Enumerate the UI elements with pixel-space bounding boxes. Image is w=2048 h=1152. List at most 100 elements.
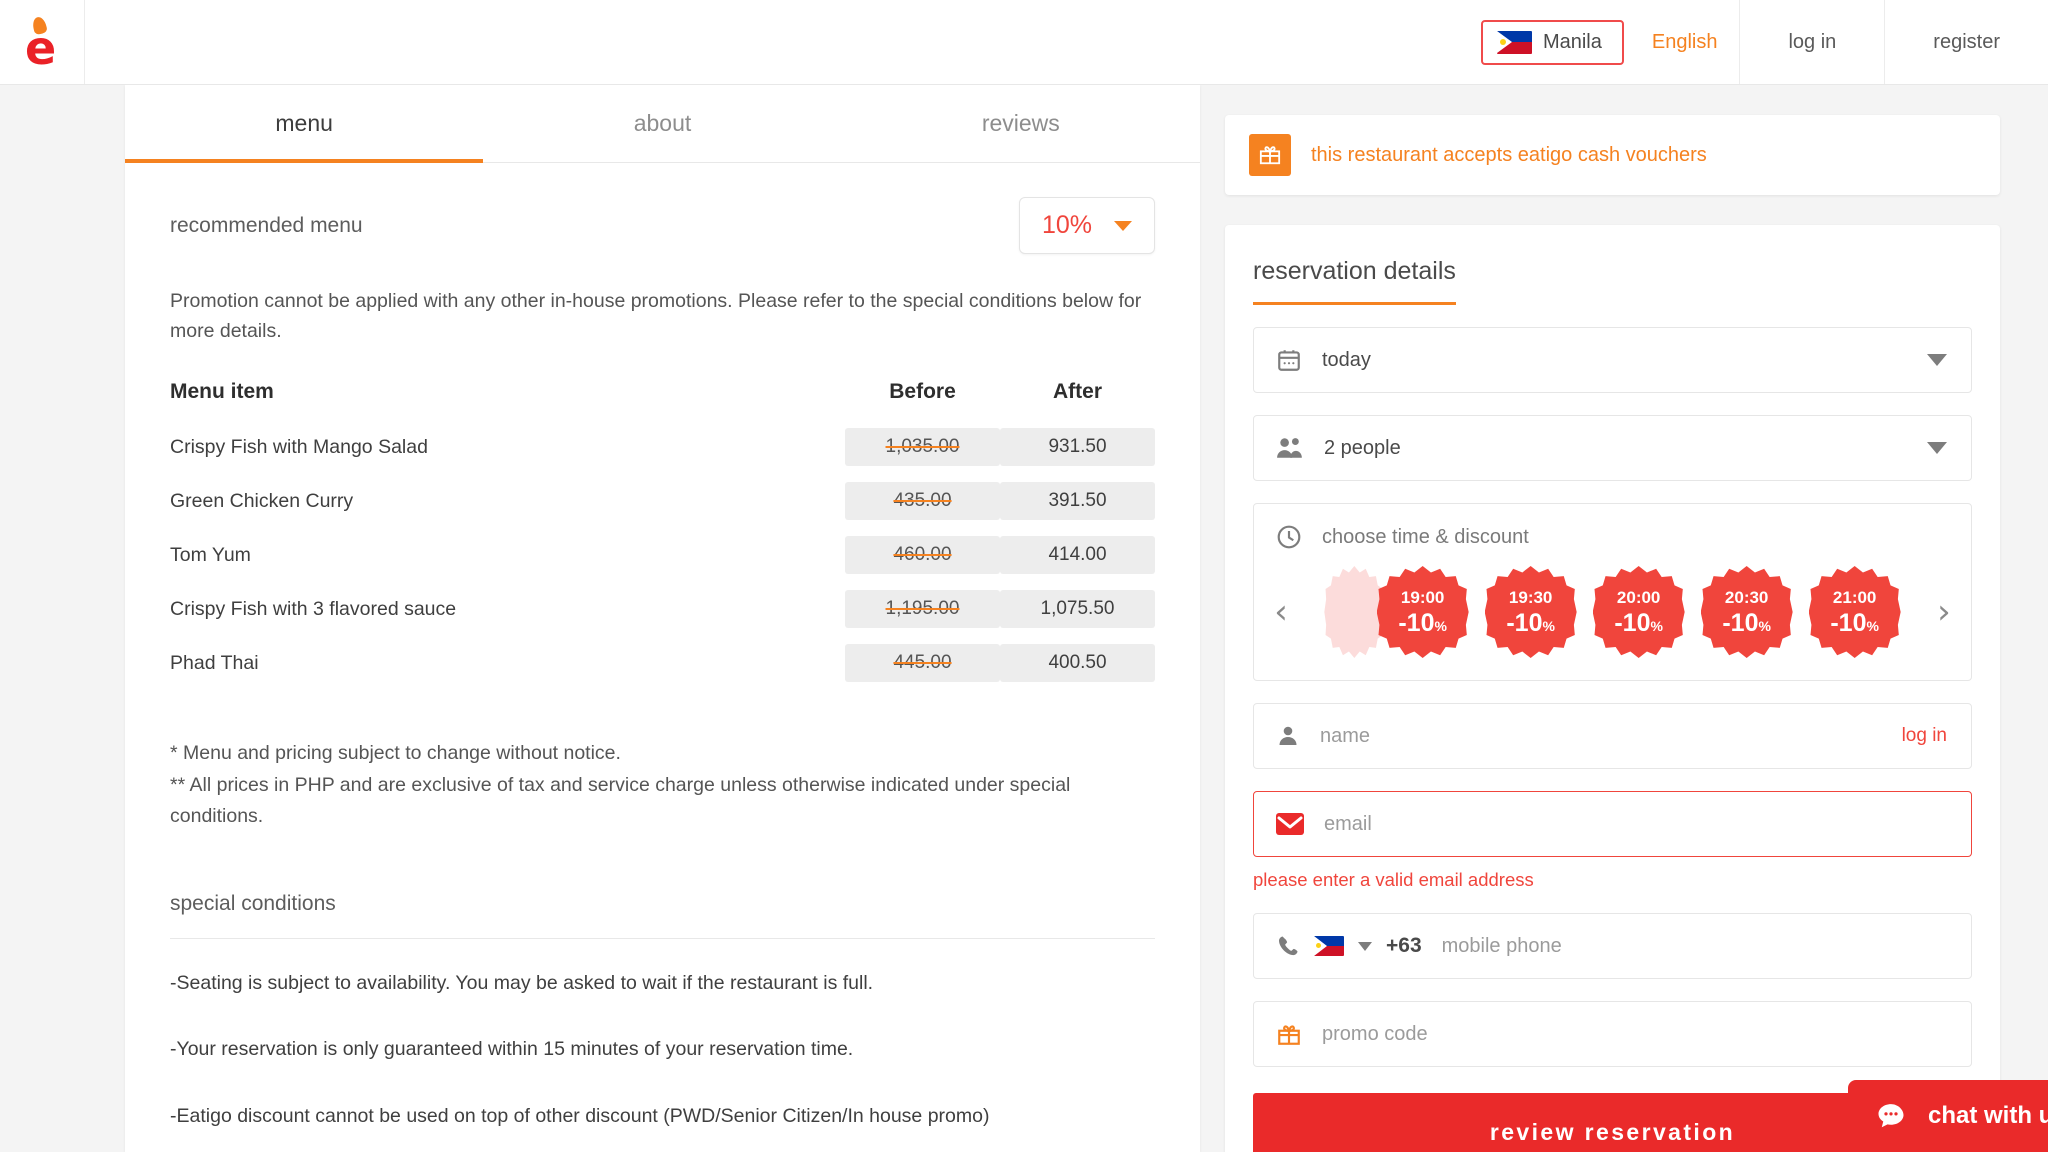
list-item: -Your reservation is only guaranteed wit… [170, 1038, 854, 1061]
menu-item-name: Crispy Fish with Mango Salad [170, 435, 428, 458]
slot-discount: -10% [1506, 608, 1555, 637]
chevron-down-icon [1927, 354, 1947, 366]
person-icon [1279, 726, 1297, 745]
phone-icon [1279, 936, 1298, 956]
top-navigation-bar: e Manila English log in register [0, 0, 2048, 85]
fineprint-block: * Menu and pricing subject to change wit… [170, 738, 1155, 832]
login-link[interactable]: log in [1739, 0, 1884, 84]
philippines-flag-icon [1314, 936, 1344, 956]
slot-time: 20:30 [1724, 587, 1769, 607]
chevron-down-icon [1114, 220, 1132, 231]
left-gutter [0, 85, 125, 1152]
party-size-selector[interactable]: 2 people [1253, 415, 1972, 481]
table-row: Tom Yum 460.00 414.00 [170, 528, 1155, 582]
voucher-banner-text: this restaurant accepts eatigo cash vouc… [1311, 143, 1707, 166]
right-gutter [2000, 85, 2024, 1152]
carousel-next-arrow[interactable]: › [1927, 595, 1961, 629]
people-icon [1277, 438, 1302, 458]
nav-right-group: Manila English log in register [1480, 0, 2048, 84]
gift-icon [1278, 1025, 1300, 1045]
title-underline [1253, 302, 1456, 305]
phone-placeholder: mobile phone [1441, 934, 1562, 957]
price-after: 400.50 [1000, 636, 1155, 690]
tab-about[interactable]: about [483, 85, 841, 162]
promo-placeholder: promo code [1322, 1022, 1428, 1045]
tab-reviews[interactable]: reviews [842, 85, 1200, 162]
menu-item-name: Crispy Fish with 3 flavored sauce [170, 597, 457, 620]
discount-value: 10% [1041, 211, 1092, 239]
price-after: 391.50 [1000, 474, 1155, 528]
mobile-phone-field[interactable]: +63 mobile phone [1253, 913, 1972, 979]
recommended-menu-heading: recommended menu [170, 213, 363, 237]
party-size-value: 2 people [1324, 436, 1401, 459]
email-placeholder: email [1324, 812, 1372, 835]
time-slot-carousel: ‹ 19:00 -10% 19:30 -10% 20:00 -10% 20:30… [1254, 566, 1971, 658]
logo-cell[interactable]: e [0, 0, 85, 84]
chevron-down-icon [1927, 442, 1947, 454]
slot-discount: -10% [1830, 608, 1879, 637]
fineprint-line-2: ** All prices in PHP and are exclusive o… [170, 773, 1071, 827]
email-icon [1276, 813, 1304, 835]
fineprint-line-1: * Menu and pricing subject to change wit… [170, 742, 621, 765]
slot-time: 19:30 [1508, 587, 1553, 607]
booking-sidebar: this restaurant accepts eatigo cash vouc… [1200, 85, 2000, 1152]
recommended-menu-row: recommended menu 10% [170, 197, 1155, 254]
page-body: menu about reviews recommended menu 10% … [0, 85, 2048, 1152]
language-selector[interactable]: English [1630, 0, 1740, 84]
special-conditions-heading: special conditions [170, 892, 336, 915]
slot-discount: -10% [1614, 608, 1663, 637]
email-field[interactable]: email [1253, 791, 1972, 857]
table-row: Crispy Fish with Mango Salad 1,035.00 93… [170, 420, 1155, 474]
chat-widget[interactable]: chat with u [1848, 1080, 2048, 1152]
slot-discount: -10% [1722, 608, 1771, 637]
list-item: -Seating is subject to availability. You… [170, 972, 874, 994]
date-value: today [1322, 348, 1371, 371]
date-selector[interactable]: today [1253, 327, 1972, 393]
price-before: 1,035.00 [845, 420, 1000, 474]
menu-item-name: Phad Thai [170, 651, 259, 674]
special-conditions-list: -Seating is subject to availability. You… [170, 969, 1155, 1152]
phone-prefix-group[interactable]: +63 [1276, 934, 1422, 958]
register-link[interactable]: register [1884, 0, 2048, 84]
calendar-icon [1278, 350, 1300, 371]
menu-item-name: Tom Yum [170, 543, 251, 566]
eatigo-logo[interactable]: e [21, 15, 63, 75]
time-picker-label: choose time & discount [1322, 525, 1529, 548]
price-after: 931.50 [1000, 420, 1155, 474]
tab-bar: menu about reviews [125, 85, 1200, 163]
price-before: 460.00 [845, 528, 1000, 582]
time-picker-header: choose time & discount [1254, 524, 1971, 566]
time-slot-badge[interactable]: 19:00 -10% [1376, 566, 1469, 658]
time-slot-badge[interactable]: 21:00 -10% [1808, 566, 1901, 658]
city-selector-button[interactable]: Manila [1480, 19, 1624, 65]
reservation-details-panel: reservation details today 2 people choos… [1225, 225, 2000, 1152]
slot-time: 21:00 [1832, 587, 1877, 607]
col-header-after: After [1052, 380, 1102, 404]
table-row: Phad Thai 445.00 400.50 [170, 636, 1155, 690]
time-slot-badge[interactable]: 19:30 -10% [1484, 566, 1577, 658]
price-before: 435.00 [845, 474, 1000, 528]
list-item: -Eatigo discount cannot be used on top o… [170, 1104, 990, 1127]
time-discount-picker: choose time & discount ‹ 19:00 -10% 19:3… [1253, 503, 1972, 681]
time-slot-partial [1324, 566, 1385, 658]
tab-menu[interactable]: menu [125, 85, 484, 163]
discount-dropdown[interactable]: 10% [1018, 197, 1155, 254]
gift-icon [1249, 134, 1291, 176]
time-slot-badge[interactable]: 20:00 -10% [1592, 566, 1685, 658]
col-header-menu-item: Menu item [170, 380, 274, 404]
email-error-message: please enter a valid email address [1253, 869, 1534, 890]
inline-login-link[interactable]: log in [1902, 725, 1947, 747]
chevron-down-icon [1358, 941, 1372, 951]
logo-letter-e: e [25, 21, 57, 75]
time-slot-badge[interactable]: 20:30 -10% [1700, 566, 1793, 658]
name-field[interactable]: name log in [1253, 703, 1972, 769]
price-after: 1,075.50 [1000, 582, 1155, 636]
slot-discount: -10% [1398, 608, 1447, 637]
carousel-prev-arrow[interactable]: ‹ [1264, 595, 1298, 629]
cash-voucher-banner[interactable]: this restaurant accepts eatigo cash vouc… [1225, 115, 2000, 195]
promo-code-field[interactable]: promo code [1253, 1001, 1972, 1067]
table-row: Green Chicken Curry 435.00 391.50 [170, 474, 1155, 528]
promotion-note: Promotion cannot be applied with any oth… [170, 290, 1142, 343]
reservation-title: reservation details [1253, 257, 1456, 285]
